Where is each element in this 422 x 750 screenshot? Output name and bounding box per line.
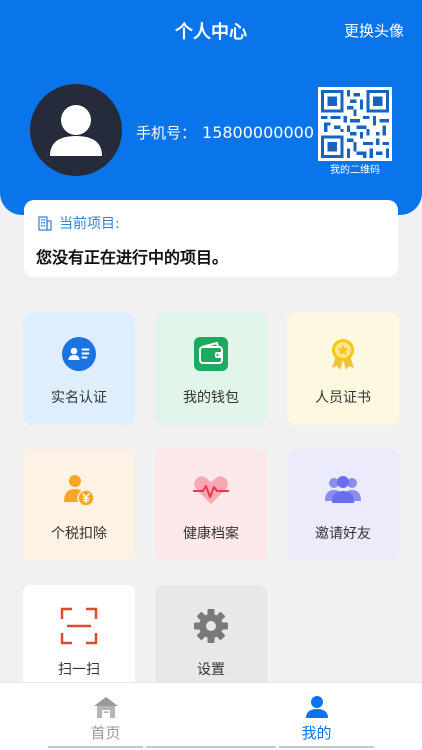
- menu-item-tax-deduction[interactable]: 个税扣除: [23, 449, 135, 561]
- user-icon: [305, 696, 328, 718]
- tab-home-label: 首页: [90, 724, 121, 742]
- menu-item-invite-friends[interactable]: 邀请好友: [287, 449, 399, 561]
- user-silhouette-icon: [50, 105, 102, 156]
- tab-mine-label: 我的: [301, 724, 332, 742]
- menu-item-label: 健康档案: [183, 526, 239, 542]
- menu-item-label: 扫一扫: [58, 662, 100, 678]
- home-indicator: [146, 746, 276, 748]
- menu-item-settings[interactable]: 设置: [155, 585, 267, 697]
- award-icon: [332, 339, 354, 370]
- gear-icon: [194, 609, 228, 643]
- change-avatar-button[interactable]: 更换头像: [344, 20, 404, 41]
- tax-icon: [64, 475, 95, 507]
- bottom-tab-bar: 首页 我的: [0, 682, 422, 750]
- home-icon: [93, 697, 118, 718]
- phone-number: 15800000000: [202, 123, 314, 142]
- phone-info: 手机号： 15800000000: [136, 122, 314, 143]
- heartbeat-icon: [193, 476, 229, 504]
- tab-mine[interactable]: 我的: [211, 683, 422, 750]
- project-heading-label: 当前项目:: [59, 216, 120, 232]
- menu-item-real-name-auth[interactable]: 实名认证: [23, 313, 135, 425]
- menu-item-label: 人员证书: [315, 390, 371, 406]
- wallet-icon: [194, 337, 228, 371]
- menu-item-label: 邀请好友: [315, 526, 371, 542]
- menu-item-label: 设置: [197, 662, 225, 678]
- home-indicator: [48, 746, 143, 748]
- phone-label: 手机号：: [136, 124, 197, 142]
- menu-item-wallet[interactable]: 我的钱包: [155, 313, 267, 425]
- qr-code-label: 我的二维码: [330, 165, 380, 176]
- qr-code-icon: [321, 90, 389, 158]
- menu-item-label: 实名认证: [51, 390, 107, 406]
- menu-item-label: 个税扣除: [51, 526, 107, 542]
- menu-item-scan[interactable]: 扫一扫: [23, 585, 135, 697]
- tab-home[interactable]: 首页: [0, 683, 211, 750]
- friends-icon: [325, 476, 361, 503]
- building-icon: [38, 216, 52, 231]
- project-message: 您没有正在进行中的项目。: [36, 248, 229, 267]
- qr-code[interactable]: [318, 87, 392, 161]
- scan-icon: [60, 607, 98, 645]
- home-indicator: [279, 746, 374, 748]
- project-heading: 当前项目:: [37, 213, 120, 233]
- id-card-icon: [62, 337, 96, 371]
- menu-item-certificate[interactable]: 人员证书: [287, 313, 399, 425]
- current-project-card[interactable]: 当前项目: 您没有正在进行中的项目。: [24, 200, 398, 277]
- menu-item-health-record[interactable]: 健康档案: [155, 449, 267, 561]
- avatar[interactable]: [30, 84, 122, 176]
- menu-item-label: 我的钱包: [183, 390, 239, 406]
